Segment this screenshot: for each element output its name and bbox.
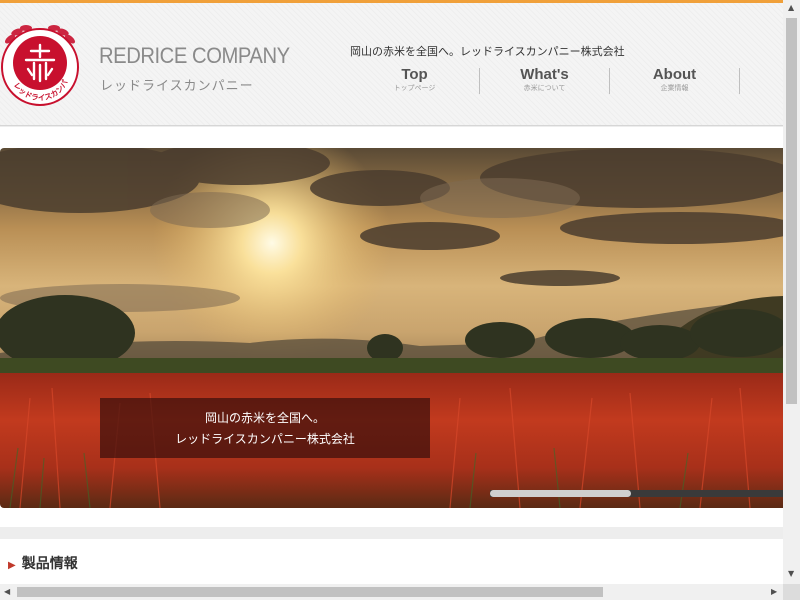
nav-label-en: About — [652, 66, 697, 83]
nav-label-ja: 企業情報 — [660, 84, 689, 92]
nav-divider — [739, 68, 740, 94]
main-content: 岡山の赤米を全国へ。 レッドライスカンパニー株式会社 — [0, 127, 783, 527]
nav-label-en: Top — [401, 66, 428, 83]
section-title-text: 製品情報 — [21, 556, 78, 572]
nav-item-top[interactable]: Top トップページ — [350, 66, 479, 94]
nav-label-ja: 赤米について — [523, 84, 566, 92]
scroll-up-arrow-icon[interactable]: ▲ — [788, 4, 794, 12]
brand-name-ja[interactable]: レッドライスカンパニー — [100, 75, 254, 94]
section-header-bar — [0, 527, 783, 584]
vertical-scrollbar-thumb[interactable] — [786, 18, 797, 404]
nav-label-ja: トップページ — [393, 84, 436, 92]
scroll-left-arrow-icon[interactable]: ◀ — [4, 588, 10, 596]
caption-line-2: レッドライスカンパニー株式会社 — [175, 432, 355, 446]
scrollbar-corner — [783, 584, 800, 600]
hero-caption: 岡山の赤米を全国へ。 レッドライスカンパニー株式会社 — [100, 398, 430, 458]
horizontal-scrollbar-thumb[interactable] — [17, 587, 603, 597]
caption-line-1: 岡山の赤米を全国へ。 — [204, 411, 325, 425]
scroll-down-arrow-icon[interactable]: ▼ — [788, 570, 794, 578]
nav-label-en: What's — [520, 66, 569, 83]
site-header: レッドライスカンパニー REDRICE COMPANY レッドライスカンパニー … — [0, 3, 783, 126]
nav-item-whats[interactable]: What's 赤米について — [480, 66, 609, 94]
brand-name-en[interactable]: REDRICE COMPANY — [99, 43, 290, 69]
scroll-right-arrow-icon[interactable]: ▶ — [771, 588, 777, 596]
header-tagline: 岡山の赤米を全国へ。レッドライスカンパニー株式会社 — [350, 45, 625, 58]
company-logo-seal[interactable]: レッドライスカンパニー — [0, 23, 82, 111]
triangle-right-icon: ▶ — [8, 560, 16, 571]
hero-slider[interactable]: 岡山の赤米を全国へ。 レッドライスカンパニー株式会社 — [0, 148, 783, 508]
nav-item-about[interactable]: About 企業情報 — [610, 66, 739, 94]
slider-progress-bar — [490, 490, 631, 497]
section-title-products: ▶ 製品情報 — [8, 553, 78, 573]
